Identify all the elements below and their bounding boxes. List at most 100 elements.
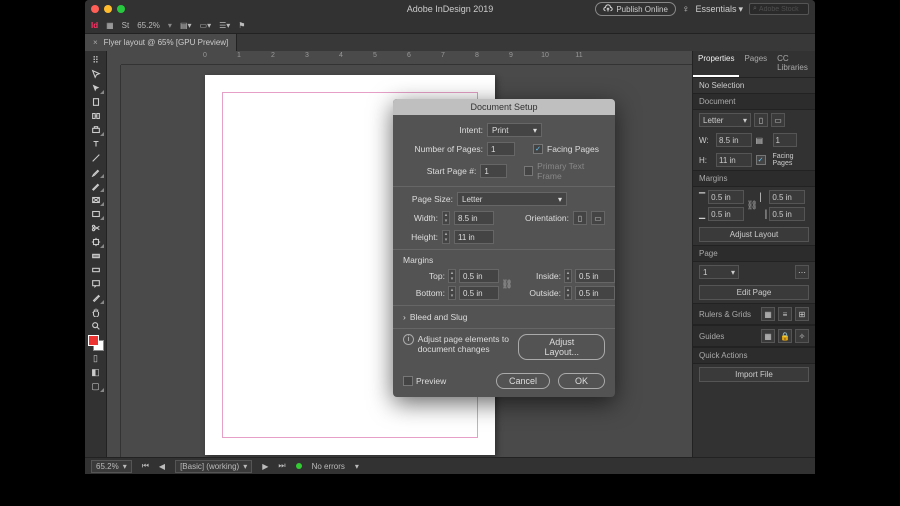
gradient-swatch-tool[interactable]: [87, 249, 105, 263]
m-top-input[interactable]: 0.5 in: [459, 269, 499, 283]
m-outside-input[interactable]: 0.5 in: [575, 286, 615, 300]
start-page-input[interactable]: 1: [480, 164, 506, 178]
pen-tool[interactable]: [87, 165, 105, 179]
selection-tool[interactable]: [87, 67, 105, 81]
margin-bottom-input[interactable]: 0.5 in: [708, 207, 744, 221]
page-size-select[interactable]: Letter▾: [457, 192, 567, 206]
preview-checkbox[interactable]: [403, 376, 413, 386]
status-zoom[interactable]: 65.2%▾: [91, 460, 132, 473]
note-tool[interactable]: [87, 277, 105, 291]
cancel-button[interactable]: Cancel: [496, 373, 550, 389]
m-inside-stepper[interactable]: ▴▾: [564, 269, 572, 283]
zoom-tool[interactable]: [87, 319, 105, 333]
view-options-icon[interactable]: ▤▾: [180, 21, 192, 30]
baseline-grid-icon[interactable]: ≡: [778, 307, 792, 321]
arrange-icon[interactable]: ☰▾: [219, 21, 230, 30]
free-transform-tool[interactable]: [87, 235, 105, 249]
screen-mode-tool[interactable]: ▢: [87, 379, 105, 393]
m-top-stepper[interactable]: ▴▾: [448, 269, 456, 283]
gpu-icon[interactable]: ⚑: [238, 21, 245, 30]
zoom-window[interactable]: [117, 5, 125, 13]
tab-pages[interactable]: Pages: [739, 51, 772, 77]
type-tool[interactable]: [87, 137, 105, 151]
pencil-tool[interactable]: [87, 179, 105, 193]
facing-pages-checkbox[interactable]: ✓: [533, 144, 543, 154]
content-collector-tool[interactable]: [87, 123, 105, 137]
toolstrip-grip[interactable]: ⠿: [87, 53, 105, 67]
edit-page-button[interactable]: Edit Page: [699, 285, 809, 300]
import-file-button[interactable]: Import File: [699, 367, 809, 382]
orientation-landscape-icon[interactable]: ▭: [771, 113, 785, 127]
page-nav-first-icon[interactable]: ⏮: [142, 461, 149, 471]
eyedropper-tool[interactable]: [87, 291, 105, 305]
margin-left-input[interactable]: 0.5 in: [769, 190, 805, 204]
link-margins-icon[interactable]: ⛓: [502, 279, 512, 290]
publish-online-button[interactable]: Publish Online: [595, 2, 676, 16]
primary-text-frame-checkbox[interactable]: [524, 166, 533, 176]
gradient-feather-tool[interactable]: [87, 263, 105, 277]
tab-cc-libraries[interactable]: CC Libraries: [772, 51, 815, 77]
page-nav-prev-icon[interactable]: ◀: [159, 462, 165, 471]
formatting-container-icon[interactable]: ▯: [87, 351, 105, 365]
fill-stroke-swatch[interactable]: [88, 335, 104, 351]
fill-swatch[interactable]: [88, 335, 99, 346]
show-guides-icon[interactable]: ▦: [761, 329, 775, 343]
smart-guides-icon[interactable]: ✧: [795, 329, 809, 343]
margin-right-input[interactable]: 0.5 in: [769, 207, 805, 221]
ruler-horizontal[interactable]: 01234567891011: [121, 51, 692, 65]
width-stepper[interactable]: ▴▾: [442, 211, 450, 225]
m-bottom-stepper[interactable]: ▴▾: [448, 286, 456, 300]
rectangle-frame-tool[interactable]: [87, 193, 105, 207]
orientation-portrait-icon[interactable]: ▯: [573, 211, 587, 225]
document-grid-icon[interactable]: ⊞: [795, 307, 809, 321]
lock-guides-icon[interactable]: 🔒: [778, 329, 792, 343]
rulers-icon[interactable]: ▦: [761, 307, 775, 321]
page-options-icon[interactable]: ⋯: [795, 265, 809, 279]
m-inside-input[interactable]: 0.5 in: [575, 269, 615, 283]
width-input[interactable]: 8.5 in: [454, 211, 494, 225]
height-input[interactable]: 11 in: [716, 153, 752, 167]
page-number-select[interactable]: 1▾: [699, 265, 739, 279]
zoom-level[interactable]: 65.2%: [137, 21, 160, 30]
workspace-switcher[interactable]: Essentials ▾: [695, 4, 743, 15]
height-input[interactable]: 11 in: [454, 230, 494, 244]
page-nav-next-icon[interactable]: ▶: [262, 462, 268, 471]
ok-button[interactable]: OK: [558, 373, 605, 389]
pages-input[interactable]: 1: [773, 133, 797, 147]
m-bottom-input[interactable]: 0.5 in: [459, 286, 499, 300]
close-tab-icon[interactable]: ×: [93, 38, 98, 47]
gap-tool[interactable]: [87, 109, 105, 123]
page-nav-last-icon[interactable]: ⏭: [278, 461, 285, 471]
direct-selection-tool[interactable]: [87, 81, 105, 95]
lightbulb-icon[interactable]: ♀: [682, 4, 690, 15]
document-tab[interactable]: × Flyer layout @ 65% [GPU Preview]: [85, 34, 237, 51]
tab-properties[interactable]: Properties: [693, 51, 739, 77]
hand-tool[interactable]: [87, 305, 105, 319]
status-view-mode[interactable]: [Basic] (working)▾: [175, 460, 252, 473]
ruler-vertical[interactable]: [107, 65, 121, 457]
facing-pages-checkbox[interactable]: ✓: [756, 155, 766, 165]
m-outside-stepper[interactable]: ▴▾: [564, 286, 572, 300]
margin-top-input[interactable]: 0.5 in: [708, 190, 744, 204]
preflight-status[interactable]: No errors: [312, 462, 345, 471]
minimize-window[interactable]: [104, 5, 112, 13]
page-preset-select[interactable]: Letter▾: [699, 113, 751, 127]
search-input[interactable]: ⌕ Adobe Stock: [749, 3, 809, 15]
width-input[interactable]: 8.5 in: [716, 133, 752, 147]
page-tool[interactable]: [87, 95, 105, 109]
stock-icon[interactable]: St: [122, 21, 130, 30]
num-pages-input[interactable]: 1: [487, 142, 515, 156]
orientation-landscape-icon[interactable]: ▭: [591, 211, 605, 225]
height-stepper[interactable]: ▴▾: [442, 230, 450, 244]
adjust-layout-button[interactable]: Adjust Layout...: [518, 334, 605, 360]
intent-select[interactable]: Print▾: [487, 123, 542, 137]
apply-color-icon[interactable]: ◧: [87, 365, 105, 379]
scissors-tool[interactable]: [87, 221, 105, 235]
screen-mode-icon[interactable]: ▭▾: [200, 21, 212, 30]
line-tool[interactable]: [87, 151, 105, 165]
rectangle-tool[interactable]: [87, 207, 105, 221]
orientation-portrait-icon[interactable]: ▯: [754, 113, 768, 127]
link-margins-icon[interactable]: ⛓: [747, 200, 757, 211]
adjust-layout-button[interactable]: Adjust Layout: [699, 227, 809, 242]
bleed-slug-disclosure[interactable]: › Bleed and Slug: [403, 312, 605, 322]
